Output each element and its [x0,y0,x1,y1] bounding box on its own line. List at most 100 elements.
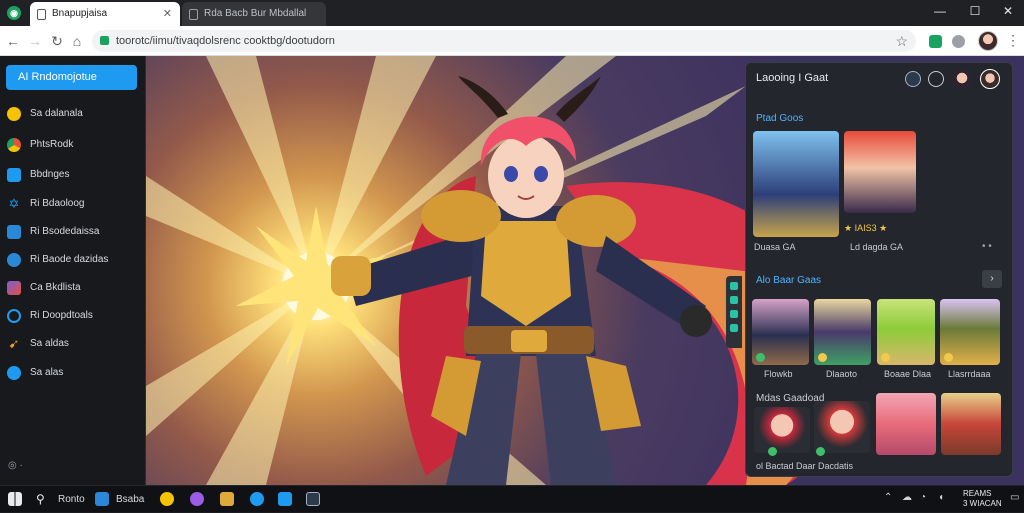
user-avatar[interactable] [952,69,972,89]
gallery-icon [7,281,21,295]
character-thumbnail[interactable] [941,393,1001,455]
taskbar-search-label[interactable]: Ronto [58,486,85,513]
reload-icon[interactable]: ↻ [48,32,66,50]
app-icon[interactable] [160,492,174,506]
tray-clock[interactable]: REAMS 3 WIACAN [963,489,1002,509]
maximize-button[interactable]: ☐ [965,4,985,18]
face [488,134,564,218]
card-caption: ol Bactad Daar Dacdatis [756,461,854,471]
app-logo-icon[interactable]: ◉ [7,6,21,20]
page-icon [37,9,46,20]
sidebar-item[interactable]: Sa dalanala [0,101,146,127]
network-icon[interactable]: ☁ [902,492,912,503]
sidebar-item[interactable]: Ri Baode dazidas [0,247,146,273]
character-thumbnail[interactable] [876,393,936,455]
search-icon[interactable] [905,71,921,87]
status-badge [944,353,953,362]
card-caption: Ld dagda GA [850,242,904,252]
minimize-button[interactable]: — [930,4,950,18]
sidebar-item-label: Ri Bdaoloog [30,198,85,209]
skype-icon [7,168,21,182]
sidebar-item-label: Sa aldas [30,338,69,349]
app-icon[interactable] [220,492,234,506]
profile-avatar[interactable] [978,31,998,51]
browser-icon[interactable] [250,492,264,506]
sidebar-item[interactable]: Ca Bkdlista [0,275,146,301]
next-arrow-button[interactable]: › [982,270,1002,288]
star-icon: ✡ [8,196,20,211]
card-caption: Flowkb [764,369,793,379]
briefcase-icon [7,225,21,239]
sidebar-item[interactable]: ✡ Ri Bdaoloog [0,191,146,217]
sidebar-item-label: Bbdnges [30,169,70,180]
card-caption: Boaae Dlaa [884,369,932,379]
settings-icon[interactable]: ◎ · [8,460,23,471]
tab-active[interactable]: Bnapupjaisa ✕ [30,2,180,26]
close-tab-icon[interactable]: ✕ [163,2,172,26]
sidebar-item[interactable]: Bbdnges [0,162,146,188]
section-heading: Alo Baar Gaas [756,275,822,286]
horn-left [458,76,508,118]
card-caption: Llasrrdaaa [948,369,991,379]
gallery-panel: Laooing I Gaat Ptad Goos ★ IAIS3 ★ Duasa… [745,62,1013,477]
windows-start-icon[interactable] [8,492,22,506]
chevron-up-icon[interactable]: ⌃ [884,492,892,503]
status-badge [816,447,825,456]
sun-icon [7,107,21,121]
featured-thumbnail[interactable] [753,131,839,237]
notification-icon[interactable]: ▭ [1010,492,1019,503]
page-icon [189,9,198,20]
more-dots-icon[interactable]: • • [982,241,992,252]
app-icon[interactable] [190,492,204,506]
new-generation-button[interactable]: AI Rndomojotue [6,65,137,90]
eye-right [534,166,548,182]
bookmark-star-icon[interactable]: ☆ [895,30,908,52]
tab-title: Rda Bacb Bur Mbdallal [204,8,307,19]
home-icon[interactable]: ⌂ [68,32,86,50]
shoulder-right [556,195,636,247]
wifi-icon[interactable]: ◔ [920,492,926,503]
sidebar-item-label: Ri Bsodedaissa [30,226,100,237]
featured-thumbnail[interactable] [844,131,916,213]
pin-icon: ➹ [8,336,20,351]
extension-icon[interactable] [952,35,965,48]
sidebar-item[interactable]: ➹ Sa aldas [0,331,146,357]
card-caption: Dlaaoto [826,369,858,379]
belt-buckle [511,330,547,352]
account-avatar[interactable] [980,69,1000,89]
address-bar[interactable]: toorotc/iimu/tivaqdolsrenc cooktbg/dootu… [92,30,916,52]
character-thumbnail[interactable] [814,401,870,453]
sidebar-item-label: Ri Doopdtoals [30,310,93,321]
search-icon[interactable]: ⚲ [36,492,50,506]
volume-icon[interactable]: ◖ [938,492,944,503]
app-icon[interactable] [306,492,320,506]
sidebar-item-label: Ri Baode dazidas [30,254,109,265]
app-icon[interactable] [95,492,109,506]
close-window-button[interactable]: ✕ [998,4,1018,18]
tab-inactive[interactable]: Rda Bacb Bur Mbdallal [182,2,326,26]
status-badge [768,447,777,456]
shoulder-left [421,190,501,242]
search-icon[interactable] [928,71,944,87]
sidebar-item[interactable]: Sa alas [0,360,146,386]
handle-icon [730,282,738,290]
sidebar-item[interactable]: Ri Doopdtoals [0,303,146,329]
character-thumbnail[interactable] [754,407,810,453]
sidebar-item-label: Sa dalanala [30,108,83,119]
sidebar-item[interactable]: Ri Bsodedaissa [0,219,146,245]
secure-lock-icon [100,36,109,45]
status-badge [881,353,890,362]
taskbar-app-label[interactable]: Bsaba [116,486,144,513]
glove [680,305,712,337]
sidebar-item-label: PhtsRodk [30,139,74,150]
back-icon[interactable]: ← [4,32,22,50]
extension-icon[interactable] [929,35,942,48]
forward-icon[interactable]: → [26,32,44,50]
tray-text-top: REAMS [963,489,992,498]
sidebar-item-label: Sa alas [30,367,64,378]
sidebar-item[interactable]: PhtsRodk [0,132,146,158]
menu-kebab-icon[interactable]: ⋮ [1006,32,1020,49]
app-icon[interactable] [278,492,292,506]
panel-side-handle[interactable] [726,276,742,348]
handle-icon [730,324,738,332]
